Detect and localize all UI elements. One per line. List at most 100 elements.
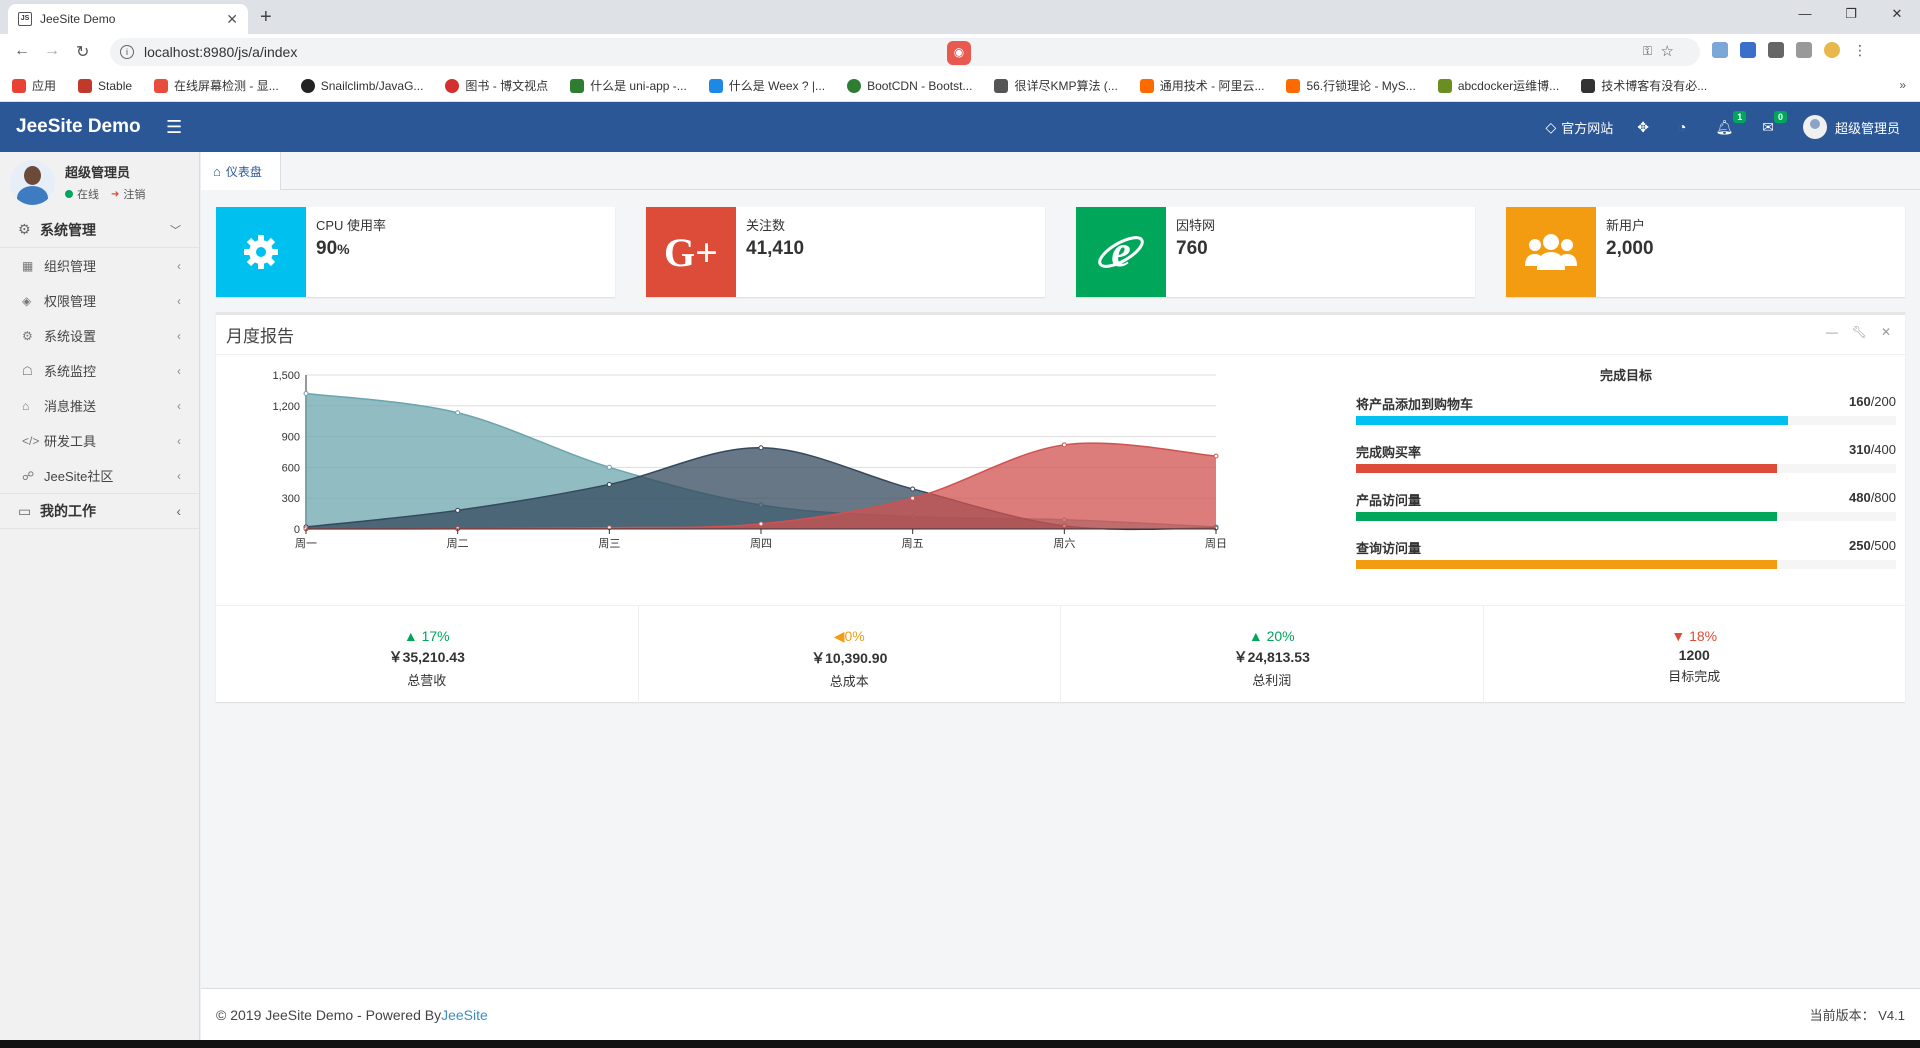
data-point <box>910 495 916 501</box>
sidebar-item-org[interactable]: ▦ 组织管理 ‹ <box>0 248 199 283</box>
x-tick-label: 周四 <box>750 537 772 550</box>
extension-icon[interactable] <box>1796 42 1812 58</box>
sidebar-item-monitor[interactable]: ☖ 系统监控 ‹ <box>0 353 199 388</box>
key-icon[interactable]: ⚿ <box>1643 44 1652 59</box>
chevron-left-icon: ‹ <box>177 468 181 483</box>
close-icon[interactable]: ✕ <box>1881 325 1891 339</box>
more-bookmarks-icon[interactable]: » <box>1899 78 1906 92</box>
fullscreen-button[interactable]: ✥ <box>1637 119 1654 136</box>
extension-icon[interactable] <box>1712 42 1728 58</box>
cpu-unit: % <box>337 241 350 257</box>
bookmark-label: Snailclimb/JavaG... <box>320 78 424 93</box>
sidebar-item-settings[interactable]: ⚙ 系统设置 ‹ <box>0 318 199 353</box>
summary-pct: ▼ 18% <box>1484 628 1906 644</box>
sidebar-item-label: 消息推送 <box>44 399 97 414</box>
screenshot-extension-icon[interactable]: ◉ <box>947 41 971 65</box>
goal-done: 160 <box>1848 394 1871 409</box>
back-icon[interactable]: ← <box>14 42 30 60</box>
restore-icon[interactable]: ❐ <box>1828 0 1874 30</box>
code-icon: </> <box>22 433 40 448</box>
bookmark-favicon <box>1581 78 1596 93</box>
logout-link[interactable]: 注销 <box>123 186 145 202</box>
sidebar-user-name: 超级管理员 <box>65 165 131 180</box>
y-tick-label: 600 <box>282 462 300 474</box>
bookmarks-bar: 应用 Stable 在线屏幕检测 - 显... Snailclimb/JavaG… <box>0 70 1920 102</box>
sidebar-item-label: 权限管理 <box>44 294 97 309</box>
summary-amount: ￥10,390.90 <box>811 650 888 666</box>
summary-label: 总成本 <box>829 674 869 689</box>
github-icon <box>300 78 315 93</box>
profile-icon[interactable] <box>1824 42 1840 58</box>
progress-track <box>1356 416 1896 425</box>
bookmark-item[interactable]: 通用技术 - 阿里云... <box>1139 77 1264 94</box>
user-menu[interactable]: 超级管理员 <box>1802 115 1900 139</box>
menu-section-mywork[interactable]: ▭ 我的工作 ‹ <box>0 493 199 529</box>
address-bar[interactable]: i localhost:8980/js/a/index ◉ ⚿ ☆ <box>110 38 1700 66</box>
bookmark-item[interactable]: 技术博客有没有必... <box>1581 77 1707 94</box>
summary-amount: ￥35,210.43 <box>388 649 465 665</box>
bookmark-item[interactable]: 什么是 uni-app -... <box>570 77 687 94</box>
site-info-icon[interactable]: i <box>120 45 134 59</box>
summary-amount: ￥24,813.53 <box>1233 649 1310 665</box>
x-tick-label: 周日 <box>1205 537 1227 550</box>
monthly-report-box: 月度报告 — 🔧︎ ✕ 0 300 600 900 1,200 1,500 周一 周二 周三 周四… <box>216 312 1906 705</box>
gear-icon: ⚙ <box>18 221 31 237</box>
extension-icon[interactable] <box>1740 42 1756 58</box>
summary-cost: ◀0% ￥10,390.90 总成本 <box>639 606 1061 705</box>
message-badge: 0 <box>1773 110 1787 123</box>
info-box-internet: e 因特网 760 <box>1076 207 1475 297</box>
bookmark-item[interactable]: BootCDN - Bootst... <box>847 78 972 93</box>
info-box-follows: G+ 关注数 41,410 <box>646 207 1045 297</box>
info-box-users: 新用户 2,000 <box>1506 207 1905 297</box>
messages-button[interactable]: ✉ 0 <box>1762 110 1787 136</box>
bookmark-item[interactable]: abcdocker运维博... <box>1437 77 1560 94</box>
bookmark-item[interactable]: 在线屏幕检测 - 显... <box>154 77 279 94</box>
sidebar-item-community[interactable]: ☍ JeeSite社区 ‹ <box>0 458 199 493</box>
bookmark-item[interactable]: 什么是 Weex ? |... <box>708 77 826 94</box>
breadcrumb: ⌂ 仪表盘 <box>201 152 1920 190</box>
bookmark-item[interactable]: Stable <box>78 78 132 93</box>
wrench-icon[interactable]: 🔧︎ <box>1852 325 1867 339</box>
official-site-link[interactable]: ◇ 官方网站 <box>1545 118 1613 137</box>
minimize-icon[interactable]: — <box>1826 325 1838 339</box>
caret-down-icon: ▼ <box>1671 628 1686 644</box>
reload-icon[interactable]: ↻ <box>76 42 89 62</box>
browser-tab[interactable]: JS JeeSite Demo ✕ <box>8 4 248 34</box>
forward-icon[interactable]: → <box>44 42 60 60</box>
bookmark-label: 什么是 Weex ? |... <box>728 79 826 93</box>
menu-section-system[interactable]: ⚙ 系统管理 ﹀ <box>0 212 199 248</box>
bookmark-star-icon[interactable]: ☆ <box>1661 42 1674 60</box>
users-icon <box>1506 207 1596 297</box>
gear-icon <box>216 207 306 297</box>
bookmark-item[interactable]: 56.行锁理论 - MyS... <box>1286 77 1416 94</box>
bookmark-item[interactable]: 应用 <box>12 77 56 94</box>
goal-total: /400 <box>1870 442 1896 457</box>
close-window-icon[interactable]: ✕ <box>1874 0 1920 30</box>
jeesite-link[interactable]: JeeSite <box>441 1007 488 1023</box>
sidebar-item-message[interactable]: ⌂ 消息推送 ‹ <box>0 388 199 423</box>
bookmark-item[interactable]: 很详尽KMP算法 (... <box>994 77 1118 94</box>
tab-dashboard[interactable]: ⌂ 仪表盘 <box>201 152 281 190</box>
diamond-icon: ◇ <box>1545 118 1557 135</box>
google-plus-icon: G+ <box>646 207 736 297</box>
bookmark-item[interactable]: 图书 - 博文视点 <box>445 77 548 94</box>
sidebar-item-permission[interactable]: ◈ 权限管理 ‹ <box>0 283 199 318</box>
bookmark-label: 在线屏幕检测 - 显... <box>174 79 279 93</box>
menu-section-label: 系统管理 <box>40 221 96 238</box>
bookmark-favicon <box>154 78 169 93</box>
bookmark-item[interactable]: Snailclimb/JavaG... <box>300 78 424 93</box>
bookmark-label: abcdocker运维博... <box>1457 79 1560 93</box>
browser-toolbar: ← → ↻ i localhost:8980/js/a/index ◉ ⚿ ☆ … <box>0 34 1920 70</box>
user-panel: 超级管理员 在线 ➜ 注销 <box>0 152 199 212</box>
new-tab-icon[interactable]: + <box>260 6 272 29</box>
notifications-button[interactable]: 🔔︎ 1 <box>1715 110 1747 136</box>
menu-toggle-icon[interactable]: ☰ <box>166 117 182 138</box>
minimize-icon[interactable]: — <box>1782 0 1828 30</box>
menu-dots-icon[interactable]: ⋮ <box>1852 42 1868 58</box>
summary-pct: ▲ 20% <box>1061 628 1483 644</box>
dashboard-button[interactable]: ◔ <box>1678 119 1691 135</box>
sidebar-item-devtools[interactable]: </> 研发工具 ‹ <box>0 423 199 458</box>
close-tab-icon[interactable]: ✕ <box>226 11 238 28</box>
extension-icon[interactable] <box>1768 42 1784 58</box>
bookmark-favicon <box>847 78 862 93</box>
